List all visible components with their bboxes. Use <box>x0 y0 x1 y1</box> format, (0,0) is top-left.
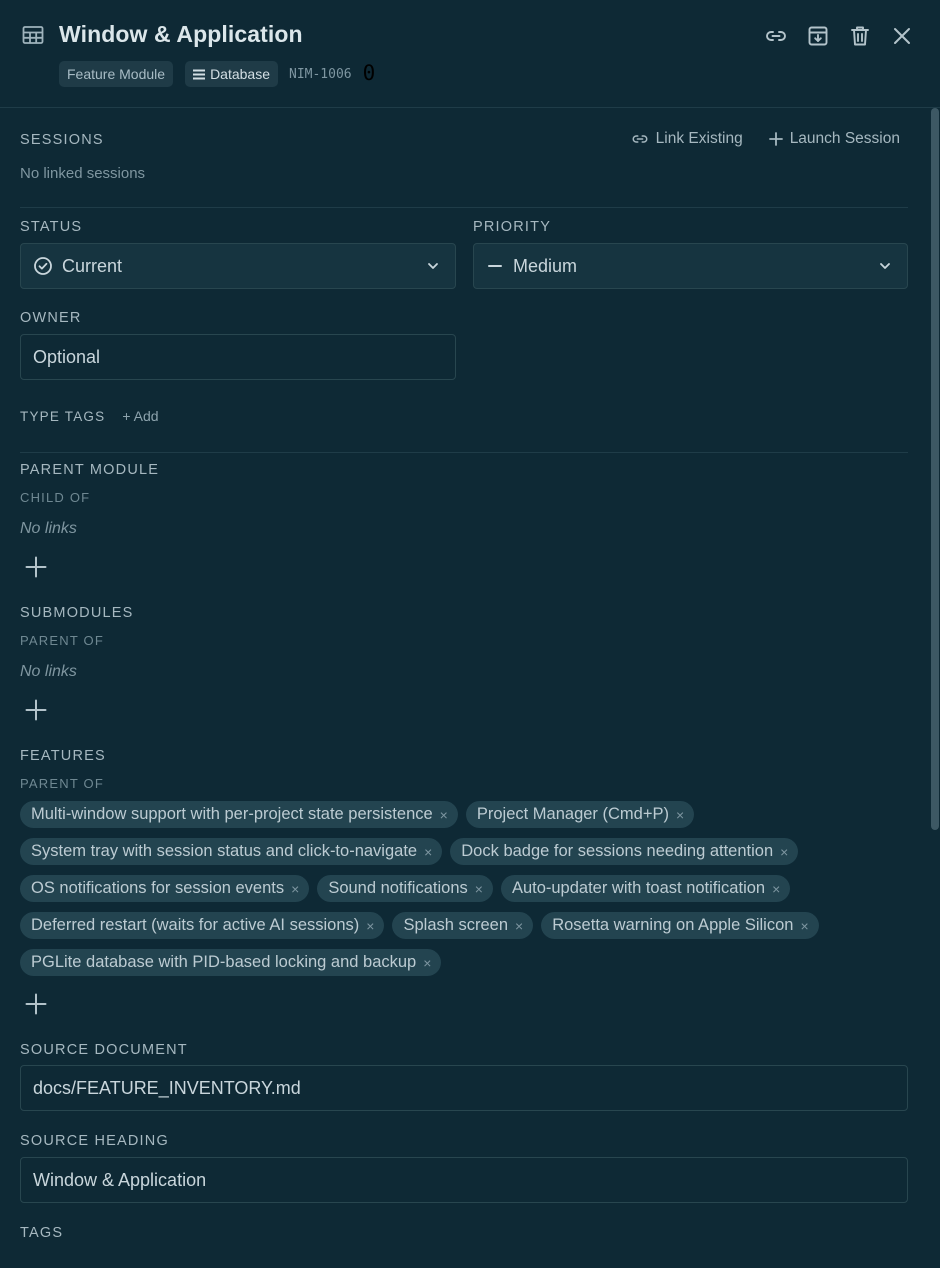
submodules-sublabel: PARENT OF <box>20 633 104 648</box>
identifier: NIM-1006 <box>289 66 352 82</box>
parent-module-empty: No links <box>20 520 77 537</box>
type-tags-row: TYPE TAGS + Add <box>20 408 159 424</box>
feature-tag-label: Rosetta warning on Apple Silicon <box>552 916 794 934</box>
meta-row: Feature Module Database NIM-1006 0 <box>59 61 375 87</box>
plus-icon <box>25 556 47 578</box>
add-submodule-button[interactable] <box>23 697 49 723</box>
feature-tag[interactable]: Auto-updater with toast notification × <box>500 875 791 902</box>
divider <box>20 452 908 453</box>
remove-feature-button[interactable]: × <box>291 881 299 897</box>
feature-tag-label: Multi-window support with per-project st… <box>31 805 433 823</box>
source-heading-label: SOURCE HEADING <box>20 1133 169 1149</box>
remove-feature-button[interactable]: × <box>366 918 374 934</box>
feature-tag[interactable]: System tray with session status and clic… <box>20 838 443 865</box>
plus-icon <box>25 993 47 1015</box>
sessions-empty: No linked sessions <box>20 165 146 182</box>
link-existing-button[interactable]: Link Existing <box>631 130 743 148</box>
tags-label: TAGS <box>20 1225 64 1241</box>
owner-label: OWNER <box>20 310 82 326</box>
link-icon[interactable] <box>762 22 790 50</box>
feature-tag-label: Project Manager (Cmd+P) <box>476 805 669 823</box>
sessions-actions: Link Existing Launch Session <box>631 130 900 148</box>
launch-session-button[interactable]: Launch Session <box>768 130 900 148</box>
priority-value: Medium <box>513 255 578 276</box>
priority-label: PRIORITY <box>473 219 552 235</box>
close-icon[interactable] <box>888 22 916 50</box>
feature-tag-label: Sound notifications <box>328 879 468 897</box>
feature-tag[interactable]: OS notifications for session events × <box>20 875 310 902</box>
panel-header: Window & Application Feature Module Data… <box>0 0 940 108</box>
feature-tag-label: Dock badge for sessions needing attentio… <box>461 842 774 860</box>
sessions-label: SESSIONS <box>20 132 104 148</box>
feature-tag[interactable]: Sound notifications × <box>317 875 493 902</box>
features-sublabel: PARENT OF <box>20 776 104 791</box>
feature-tag-list: Multi-window support with per-project st… <box>20 801 908 976</box>
page-title: Window & Application <box>59 20 303 47</box>
grid-icon <box>20 22 46 48</box>
remove-feature-button[interactable]: × <box>780 844 788 860</box>
source-document-label: SOURCE DOCUMENT <box>20 1042 188 1058</box>
header-actions <box>762 22 916 50</box>
database-chip-label: Database <box>210 66 270 82</box>
remove-feature-button[interactable]: × <box>424 844 432 860</box>
feature-tag-label: Deferred restart (waits for active AI se… <box>31 916 360 934</box>
parent-module-label: PARENT MODULE <box>20 462 160 478</box>
trash-icon[interactable] <box>846 22 874 50</box>
plus-icon <box>768 132 783 146</box>
add-parent-button[interactable] <box>23 554 49 580</box>
plus-icon <box>25 699 47 721</box>
feature-tag-label: PGLite database with PID-based locking a… <box>31 953 417 971</box>
feature-tag-label: Auto-updater with toast notification <box>511 879 766 897</box>
feature-tag[interactable]: Multi-window support with per-project st… <box>20 801 458 828</box>
database-chip[interactable]: Database <box>185 61 278 87</box>
status-value: Current <box>62 255 123 276</box>
link-icon <box>632 135 648 143</box>
source-document-input[interactable]: docs/FEATURE_INVENTORY.md <box>20 1065 908 1111</box>
list-icon <box>193 69 206 79</box>
add-feature-button[interactable] <box>23 991 49 1017</box>
chevron-down-icon <box>880 263 890 269</box>
status-label: STATUS <box>20 219 83 235</box>
features-label: FEATURES <box>20 748 106 764</box>
chevron-down-icon <box>428 263 438 269</box>
feature-tag-label: System tray with session status and clic… <box>31 842 418 860</box>
type-chip: Feature Module <box>59 61 174 87</box>
scrollbar-thumb[interactable] <box>931 108 939 830</box>
feature-tag[interactable]: PGLite database with PID-based locking a… <box>20 949 442 976</box>
remove-feature-button[interactable]: × <box>515 918 523 934</box>
remove-feature-button[interactable]: × <box>475 881 483 897</box>
remove-feature-button[interactable]: × <box>440 807 448 823</box>
feature-tag[interactable]: Rosetta warning on Apple Silicon × <box>541 912 819 939</box>
owner-input[interactable]: Optional <box>20 334 456 380</box>
priority-select[interactable]: Medium <box>473 243 908 289</box>
feature-tag[interactable]: Project Manager (Cmd+P) × <box>465 801 695 828</box>
remove-feature-button[interactable]: × <box>676 807 684 823</box>
status-select[interactable]: Current <box>20 243 456 289</box>
source-heading-input[interactable]: Window & Application <box>20 1157 908 1203</box>
submodules-empty: No links <box>20 663 77 680</box>
remove-feature-button[interactable]: × <box>423 955 431 971</box>
launch-session-label: Launch Session <box>789 130 900 147</box>
feature-tag-label: Splash screen <box>403 916 509 934</box>
minus-icon <box>488 265 502 267</box>
feature-tag[interactable]: Dock badge for sessions needing attentio… <box>450 838 799 865</box>
check-circle-icon <box>34 257 52 275</box>
divider <box>20 207 908 208</box>
archive-icon[interactable] <box>804 22 832 50</box>
remove-feature-button[interactable]: × <box>772 881 780 897</box>
type-tags-label: TYPE TAGS <box>20 408 106 424</box>
feature-tag-label: OS notifications for session events <box>31 879 285 897</box>
title-row: Window & Application <box>20 20 303 48</box>
parent-module-sublabel: CHILD OF <box>20 490 91 505</box>
link-existing-label: Link Existing <box>655 130 743 147</box>
counter: 0 <box>362 61 376 85</box>
remove-feature-button[interactable]: × <box>800 918 808 934</box>
add-type-tag-button[interactable]: + Add <box>122 408 158 424</box>
submodules-label: SUBMODULES <box>20 605 134 621</box>
feature-tag[interactable]: Deferred restart (waits for active AI se… <box>20 912 385 939</box>
feature-tag[interactable]: Splash screen × <box>392 912 534 939</box>
